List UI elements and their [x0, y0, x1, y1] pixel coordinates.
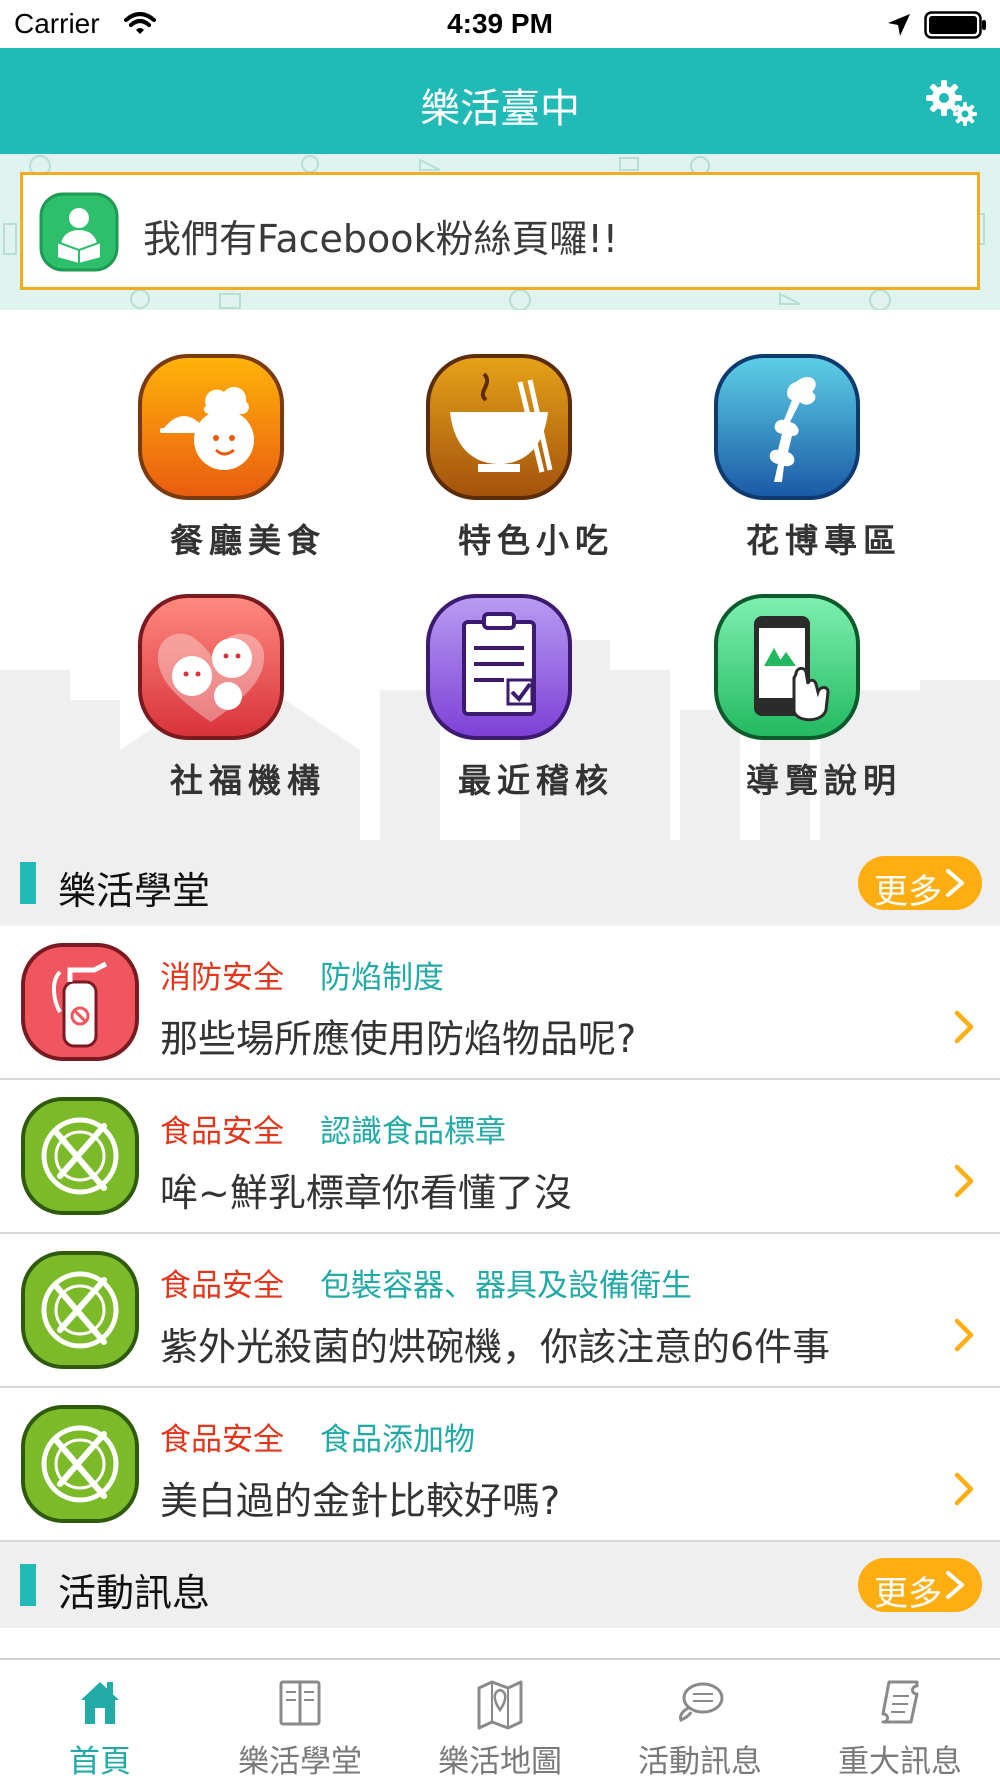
tab-label: 樂活地圖 [438, 1744, 562, 1778]
chat-bubble-icon [679, 1682, 724, 1723]
tab-label: 樂活學堂 [238, 1744, 362, 1778]
item-category: 消防安全 [160, 960, 284, 996]
chevron-right-icon [954, 1472, 974, 1506]
banner-area: 我們有Facebook粉絲頁囉!! [0, 154, 1000, 310]
item-subcategory: 認識食品標章 [320, 1114, 506, 1150]
list-item[interactable]: 消防安全 防焰制度 那些場所應使用防焰物品呢? [0, 926, 1000, 1080]
section-accent-bar [20, 1564, 36, 1606]
category-label: 導覽說明 [746, 761, 902, 800]
banner-text: 我們有Facebook粉絲頁囉!! [143, 217, 619, 261]
chevron-right-icon [946, 1571, 964, 1599]
item-title: 那些場所應使用防焰物品呢? [160, 1017, 637, 1061]
restaurant-chef-icon [138, 354, 284, 500]
events-more-button[interactable]: 更多 [858, 1558, 982, 1614]
category-guide[interactable]: 導覽說明 [714, 592, 956, 822]
plate-cutlery-icon [21, 1251, 139, 1369]
chevron-right-icon [954, 1164, 974, 1198]
home-icon [81, 1682, 119, 1724]
category-grid: 餐廳美食 特色小吃 花博專區 社福機構 最近稽核 導覽說明 [0, 310, 1000, 840]
facebook-banner[interactable]: 我們有Facebook粉絲頁囉!! [20, 172, 980, 290]
phone-guide-icon [714, 594, 860, 740]
plate-cutlery-icon [21, 1405, 139, 1523]
tab-label: 重大訊息 [838, 1744, 962, 1778]
item-title: 哞~鮮乳標章你看懂了沒 [160, 1171, 572, 1215]
section-accent-bar [20, 862, 36, 904]
events-header: 活動訊息 更多 [0, 1542, 1000, 1628]
more-label: 更多 [874, 1574, 942, 1614]
chevron-right-icon [954, 1318, 974, 1352]
category-flora-expo[interactable]: 花博專區 [714, 352, 956, 582]
book-icon [279, 1680, 321, 1726]
tab-major-news[interactable]: 重大訊息 [800, 1660, 1000, 1778]
list-item[interactable]: 食品安全 包裝容器、器具及設備衛生 紫外光殺菌的烘碗機，你該注意的6件事 [0, 1234, 1000, 1388]
chevron-right-icon [946, 869, 964, 897]
lohas-school-more-button[interactable]: 更多 [858, 856, 982, 912]
category-recent-inspection[interactable]: 最近稽核 [426, 592, 668, 822]
list-item[interactable]: 食品安全 認識食品標章 哞~鮮乳標章你看懂了沒 [0, 1080, 1000, 1234]
category-label: 特色小吃 [458, 521, 614, 560]
reading-person-icon [39, 192, 119, 272]
fire-extinguisher-icon [21, 943, 139, 1061]
tab-label: 首頁 [69, 1744, 131, 1778]
battery-icon [924, 11, 986, 39]
lohas-school-header: 樂活學堂 更多 [0, 840, 1000, 926]
status-time: 4:39 PM [447, 8, 553, 39]
item-subcategory: 包裝容器、器具及設備衛生 [320, 1268, 692, 1304]
item-category: 食品安全 [160, 1114, 284, 1150]
flower-expo-icon [714, 354, 860, 500]
app-header: 樂活臺中 [0, 48, 1000, 154]
scroll-icon [881, 1680, 919, 1724]
item-title: 美白過的金針比較好嗎? [160, 1479, 561, 1523]
category-label: 最近稽核 [458, 761, 614, 800]
tab-bar: 首頁 樂活學堂 樂活地圖 活動訊息 重大訊息 [0, 1658, 1000, 1778]
item-title: 紫外光殺菌的烘碗機，你該注意的6件事 [160, 1325, 831, 1369]
item-category: 食品安全 [160, 1422, 284, 1458]
item-subcategory: 防焰制度 [320, 960, 444, 996]
section-title: 活動訊息 [58, 1571, 211, 1615]
more-label: 更多 [874, 872, 942, 912]
category-label: 社福機構 [170, 761, 326, 800]
item-category: 食品安全 [160, 1268, 284, 1304]
category-restaurant[interactable]: 餐廳美食 [138, 352, 380, 582]
plate-cutlery-icon [21, 1097, 139, 1215]
category-snacks[interactable]: 特色小吃 [426, 352, 668, 582]
gear-icon[interactable] [924, 78, 980, 128]
status-bar: Carrier 4:39 PM [0, 0, 1000, 48]
location-arrow-icon [888, 14, 910, 36]
item-subcategory: 食品添加物 [320, 1422, 475, 1458]
tab-events[interactable]: 活動訊息 [600, 1660, 800, 1778]
family-heart-icon [138, 594, 284, 740]
category-label: 餐廳美食 [170, 521, 326, 560]
category-label: 花博專區 [746, 521, 902, 560]
category-social-welfare[interactable]: 社福機構 [138, 592, 380, 822]
tab-lohas-map[interactable]: 樂活地圖 [400, 1660, 600, 1778]
section-title: 樂活學堂 [58, 869, 211, 913]
tab-label: 活動訊息 [638, 1744, 762, 1778]
page-title: 樂活臺中 [420, 86, 580, 132]
list-item[interactable]: 食品安全 食品添加物 美白過的金針比較好嗎? [0, 1388, 1000, 1542]
tab-home[interactable]: 首頁 [0, 1660, 200, 1778]
chevron-right-icon [954, 1010, 974, 1044]
map-pin-icon [477, 1680, 523, 1730]
noodle-bowl-icon [426, 354, 572, 500]
tab-lohas-school[interactable]: 樂活學堂 [200, 1660, 400, 1778]
app-screen: Carrier 4:39 PM 樂活臺中 我們有Facebook粉絲頁囉!! 餐… [0, 0, 1000, 1778]
clipboard-check-icon [426, 594, 572, 740]
